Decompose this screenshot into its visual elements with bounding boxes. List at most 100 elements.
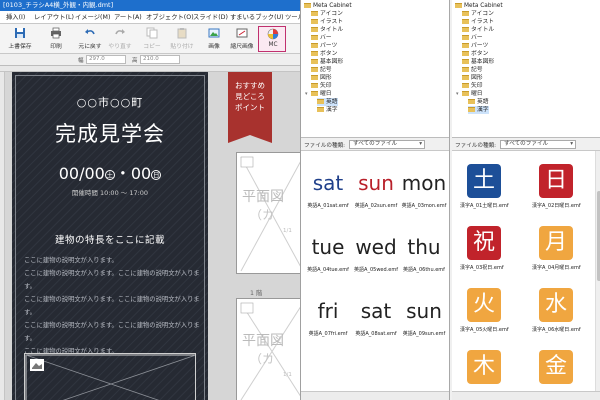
floor-plan-text: 平面図 xyxy=(242,333,284,349)
image-button[interactable]: 画像 xyxy=(200,26,228,52)
file-item[interactable]: 祝漢字A_03祝日.emf xyxy=(460,217,508,281)
undo-button[interactable]: 元に戻す xyxy=(76,26,104,52)
menu-image[interactable]: イメージ(M) xyxy=(75,11,110,24)
folder-icon xyxy=(311,91,318,96)
width-label: 幅 xyxy=(78,58,84,64)
tree-item[interactable]: 英語 xyxy=(468,98,489,106)
menu-object[interactable]: オブジェクト(O) xyxy=(146,11,194,24)
menu-slide[interactable]: スライド(D) xyxy=(193,11,228,24)
chevron-down-icon[interactable]: ▾ xyxy=(305,91,308,97)
chevron-down-icon[interactable]: ▾ xyxy=(456,91,459,97)
menu-layout[interactable]: レイアウト(L) xyxy=(34,11,74,24)
floor-plan-subtext: （カ xyxy=(250,208,275,222)
tree-item[interactable]: 曜日 xyxy=(462,90,483,98)
save-button[interactable]: 上書保存 xyxy=(6,26,34,52)
folder-icon xyxy=(311,83,318,88)
print-button[interactable]: 印刷 xyxy=(42,26,70,52)
paste-label: 貼り付け xyxy=(170,44,194,50)
height-label: 高 xyxy=(132,58,138,64)
file-item[interactable]: 日漢字A_02日曜日.emf xyxy=(532,155,581,219)
folder-icon xyxy=(462,83,469,88)
paste-button[interactable]: 貼り付け xyxy=(168,26,196,52)
copy-label: コピー xyxy=(143,44,161,50)
tree-item[interactable]: タイトル xyxy=(311,26,343,34)
tree-item[interactable]: バー xyxy=(311,34,332,42)
redo-button[interactable]: やり直す xyxy=(106,26,134,52)
tree-item[interactable]: 基本図形 xyxy=(462,58,494,66)
menu-smilebook[interactable]: すまいるブック(U) xyxy=(230,11,284,24)
height-field[interactable]: 210.0 xyxy=(140,55,180,64)
file-item[interactable]: 火漢字A_05火曜日.emf xyxy=(460,279,509,343)
banner-line: 見どころ xyxy=(235,92,265,101)
tree-item[interactable]: ボタン xyxy=(462,50,488,58)
tree-item[interactable]: 漢字 xyxy=(317,106,338,114)
tree-item[interactable]: イラスト xyxy=(311,18,343,26)
file-item[interactable]: 水漢字A_06水曜日.emf xyxy=(532,279,581,343)
feature-title: 建物の特長をここに記載 xyxy=(54,235,165,246)
file-item[interactable]: thu 英語A_06thu.emf xyxy=(399,223,447,287)
undo-icon xyxy=(85,29,95,35)
event-date: 00/00 土・00 日 xyxy=(12,160,208,184)
menu-bar: 挿入(I) レイアウト(L) イメージ(M) アート(A) オブジェクト(O) … xyxy=(0,11,300,24)
saturday-badge: 土 xyxy=(104,169,115,180)
file-item[interactable]: mon 英語A_03mon.emf xyxy=(399,159,447,223)
file-item[interactable]: sat 英語A_01sat.emf xyxy=(303,159,351,223)
menu-tool[interactable]: ツール(T) xyxy=(285,11,300,24)
tree-item[interactable]: イラスト xyxy=(462,18,494,26)
folder-icon xyxy=(462,19,469,24)
menu-insert[interactable]: 挿入(I) xyxy=(6,11,25,24)
copy-button[interactable]: コピー xyxy=(138,26,166,52)
photo-placeholder[interactable] xyxy=(24,353,196,400)
file-item[interactable]: 土漢字A_01土曜日.emf xyxy=(460,155,509,219)
tree-item[interactable]: 図形 xyxy=(311,74,332,82)
description-line: ここに建物の説明文が入ります。ここに建物の説明文が入ります。 xyxy=(24,296,200,316)
tree-item[interactable]: 記号 xyxy=(311,66,332,74)
file-item[interactable]: sat 英語A_08sat.emf xyxy=(351,287,399,351)
file-item[interactable]: 月漢字A_04月曜日.emf xyxy=(532,217,581,281)
tree-item[interactable]: パーツ xyxy=(311,42,337,50)
tree-item-selected[interactable]: 英語 xyxy=(317,98,338,106)
redo-icon xyxy=(115,29,125,35)
tree-item[interactable]: バー xyxy=(462,34,483,42)
file-item[interactable]: fri 英語A_07fri.emf xyxy=(303,287,351,351)
folder-icon xyxy=(468,99,475,104)
description-line: ここに建物の説明文が入ります。ここに建物の説明文が入ります。 xyxy=(24,322,200,342)
property-bar: 幅 297.0 高 210.0 xyxy=(0,54,300,66)
tree-item[interactable]: 基本図形 xyxy=(311,58,343,66)
tree-item[interactable]: 記号 xyxy=(462,66,483,74)
file-thumbnails: sat 英語A_01sat.emf sun 英語A_02sun.emf mon 英語A… xyxy=(301,151,449,391)
tree-item[interactable]: パーツ xyxy=(462,42,488,50)
status-bar xyxy=(452,391,600,400)
tree-item[interactable]: ボタン xyxy=(311,50,337,58)
floor-plan-text: 平面図 xyxy=(242,189,284,205)
file-item[interactable]: sun 英語A_09sun.emf xyxy=(399,287,447,351)
file-type-filter: ファイルの種類: すべてのファイル xyxy=(301,138,449,151)
menu-art[interactable]: アート(A) xyxy=(114,11,142,24)
vertical-scrollbar[interactable] xyxy=(595,151,600,391)
file-type-label: ファイルの種類: xyxy=(455,143,497,149)
tree-item[interactable]: 矢印 xyxy=(311,82,332,90)
tree-root[interactable]: Meta Cabinet xyxy=(455,2,503,10)
floor-plan-subtext: （カ xyxy=(250,352,275,366)
file-type-select[interactable]: すべてのファイル xyxy=(349,140,425,149)
tree-item[interactable]: 矢印 xyxy=(462,82,483,90)
tree-item[interactable]: アイコン xyxy=(311,10,343,18)
scaled-image-button[interactable]: 縮尺画像 xyxy=(228,26,256,52)
file-item[interactable]: sun 英語A_02sun.emf xyxy=(351,159,399,223)
tree-item[interactable]: 図形 xyxy=(462,74,483,82)
file-item[interactable]: tue 英語A_04tue.emf xyxy=(303,223,351,287)
scaled-image-icon xyxy=(236,28,248,38)
date-mid: ・00 xyxy=(114,164,152,183)
mc-button[interactable]: MC xyxy=(258,26,286,52)
floor-plan-scale: 1/1 xyxy=(283,372,292,378)
file-item[interactable]: wed 英語A_05wed.emf xyxy=(351,223,399,287)
file-type-select[interactable]: すべてのファイル xyxy=(500,140,576,149)
toolbar: 上書保存 印刷 元に戻す やり直す コピー 貼り付け 画像 縮尺画像 MC xyxy=(0,24,300,54)
flyer-page[interactable]: ○○市○○町 完成見学会 00/00 土・00 日 開催時間 10:00 ～ 17:… xyxy=(12,72,208,400)
tree-item[interactable]: タイトル xyxy=(462,26,494,34)
tree-root[interactable]: Meta Cabinet xyxy=(304,2,352,10)
width-field[interactable]: 297.0 xyxy=(86,55,126,64)
tree-item-selected[interactable]: 漢字 xyxy=(468,106,489,114)
tree-item[interactable]: 曜日 xyxy=(311,90,332,98)
tree-item[interactable]: アイコン xyxy=(462,10,494,18)
